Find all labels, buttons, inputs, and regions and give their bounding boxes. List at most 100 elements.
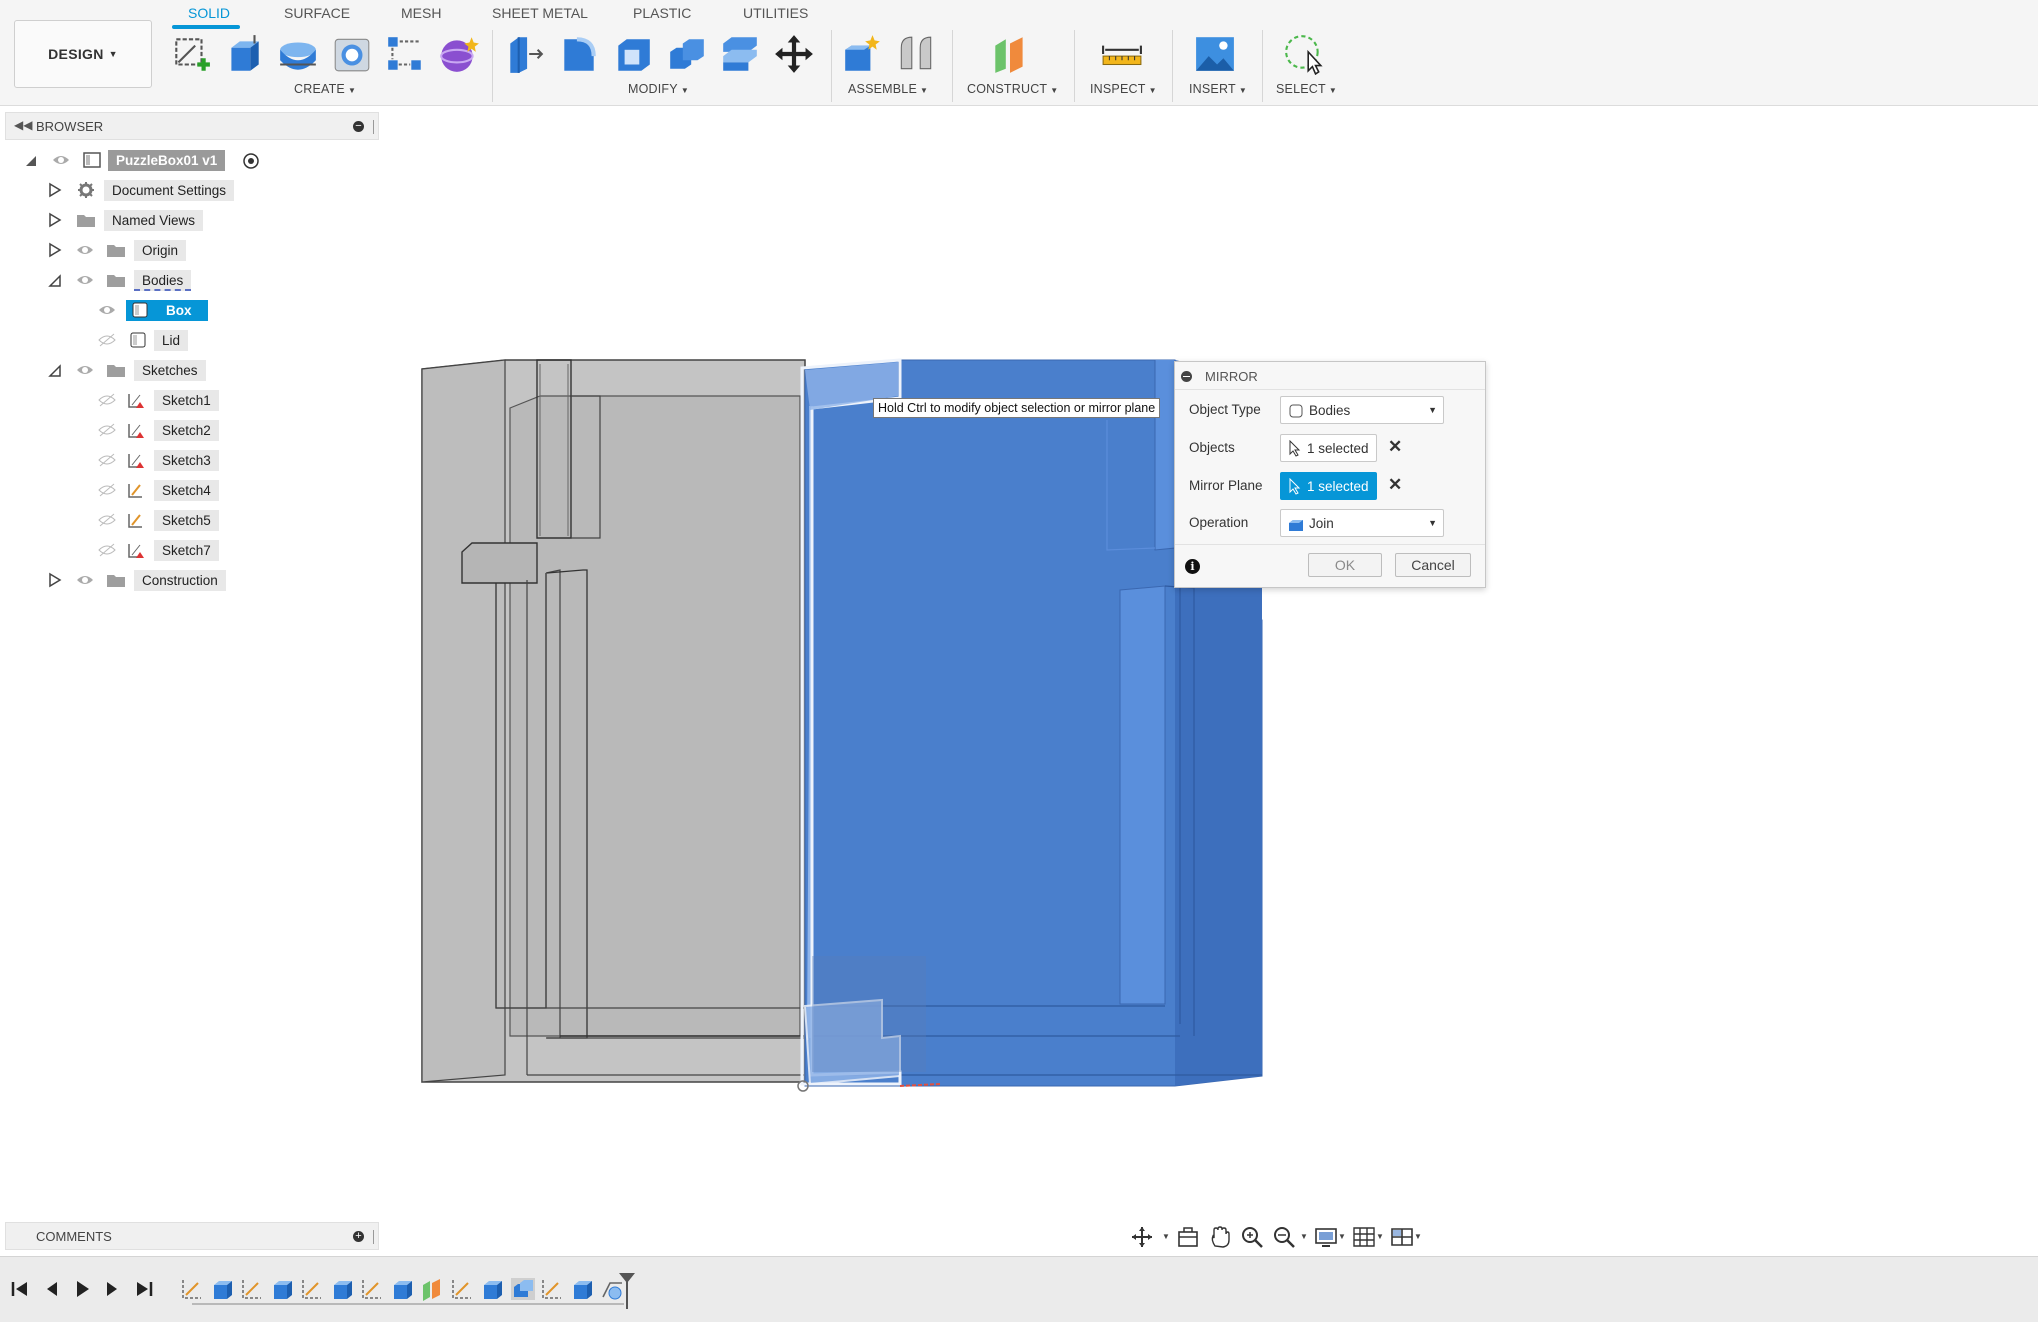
timeline-extrude-icon[interactable] <box>390 1277 416 1301</box>
tree-label[interactable]: Sketch3 <box>154 450 219 471</box>
tree-item-sketches[interactable]: Sketches <box>44 358 344 382</box>
timeline-sketch-icon[interactable] <box>360 1277 386 1301</box>
expanded-triangle-icon[interactable] <box>48 362 62 378</box>
insert-canvas-tool[interactable] <box>1193 32 1237 76</box>
tree-item-sketch1[interactable]: Sketch1 <box>94 388 344 412</box>
eye-icon[interactable] <box>52 152 70 168</box>
new-component-tool[interactable] <box>840 32 884 76</box>
timeline-extrude-icon[interactable] <box>270 1277 296 1301</box>
mirror-plane-selection-button[interactable]: 1 selected <box>1280 472 1377 500</box>
timeline-marker[interactable] <box>616 1271 638 1311</box>
create-form-tool[interactable] <box>437 32 481 76</box>
minimize-panel-icon[interactable]: − <box>353 121 364 132</box>
chevron-down-icon[interactable]: ▼ <box>1376 1232 1384 1241</box>
tree-label[interactable]: Sketch1 <box>154 390 219 411</box>
chevron-down-icon[interactable]: ▼ <box>1338 1232 1346 1241</box>
construct-menu[interactable]: CONSTRUCT ▼ <box>967 82 1058 96</box>
tree-item-box[interactable]: Box <box>94 298 344 322</box>
tree-item-construction[interactable]: Construction <box>44 568 344 592</box>
expanded-triangle-icon[interactable] <box>48 272 62 288</box>
eye-icon[interactable] <box>76 572 94 588</box>
go-to-end-icon[interactable] <box>134 1279 154 1299</box>
tree-label[interactable]: Sketch4 <box>154 480 219 501</box>
combine-tool[interactable] <box>665 32 709 76</box>
timeline-extrude-icon[interactable] <box>330 1277 356 1301</box>
viewports-icon[interactable] <box>1390 1226 1414 1248</box>
eye-hidden-icon[interactable] <box>98 332 116 348</box>
tree-root[interactable]: PuzzleBox01 v1 <box>20 148 360 172</box>
eye-hidden-icon[interactable] <box>98 482 116 498</box>
go-to-start-icon[interactable] <box>10 1279 30 1299</box>
timeline-sketch-icon[interactable] <box>240 1277 266 1301</box>
canvas-viewport[interactable] <box>380 106 2038 1246</box>
clear-objects-icon[interactable]: ✕ <box>1388 437 1402 457</box>
hole-tool[interactable] <box>330 32 374 76</box>
pan-hand-icon[interactable] <box>1208 1226 1232 1248</box>
select-menu[interactable]: SELECT ▼ <box>1276 82 1337 96</box>
timeline-sketch-icon[interactable] <box>180 1277 206 1301</box>
fillet-tool[interactable] <box>557 32 601 76</box>
insert-menu[interactable]: INSERT ▼ <box>1189 82 1247 96</box>
eye-hidden-icon[interactable] <box>98 392 116 408</box>
tree-label[interactable]: Named Views <box>104 210 204 231</box>
move-copy-tool[interactable] <box>772 32 816 76</box>
shell-tool[interactable] <box>611 32 655 76</box>
play-icon[interactable] <box>72 1279 92 1299</box>
eye-icon[interactable] <box>76 362 94 378</box>
info-icon[interactable]: i <box>1185 559 1200 574</box>
collapsed-triangle-icon[interactable] <box>48 182 62 198</box>
measure-tool[interactable] <box>1100 32 1144 76</box>
objects-selection-button[interactable]: 1 selected <box>1280 434 1377 462</box>
orbit-icon[interactable] <box>1130 1226 1154 1248</box>
object-type-select[interactable]: Bodies ▼ <box>1280 396 1444 424</box>
eye-hidden-icon[interactable] <box>98 452 116 468</box>
tree-item-sketch5[interactable]: Sketch5 <box>94 508 344 532</box>
tree-item-bodies[interactable]: Bodies <box>44 268 344 292</box>
look-at-icon[interactable] <box>1176 1226 1200 1248</box>
timeline-sketch-icon[interactable] <box>450 1277 476 1301</box>
tab-solid[interactable]: SOLID <box>188 5 230 21</box>
grid-icon[interactable] <box>1352 1226 1376 1248</box>
collapsed-triangle-icon[interactable] <box>48 212 62 228</box>
tree-item-sketch7[interactable]: Sketch7 <box>94 538 344 562</box>
create-sketch-tool[interactable] <box>169 32 213 76</box>
timeline-extrude-icon[interactable] <box>210 1277 236 1301</box>
timeline-extrude-icon[interactable] <box>480 1277 506 1301</box>
collapsed-triangle-icon[interactable] <box>48 242 62 258</box>
chevron-down-icon[interactable]: ▼ <box>1300 1232 1308 1241</box>
collapse-panel-icon[interactable]: ◀◀ <box>14 118 32 132</box>
assemble-menu[interactable]: ASSEMBLE ▼ <box>848 82 928 96</box>
tree-label[interactable]: Document Settings <box>104 180 235 201</box>
tree-label[interactable]: Sketch5 <box>154 510 219 531</box>
cancel-button[interactable]: Cancel <box>1395 553 1471 577</box>
operation-select[interactable]: Join ▼ <box>1280 509 1444 537</box>
eye-icon[interactable] <box>76 272 94 288</box>
tree-item-document-settings[interactable]: Document Settings <box>44 178 344 202</box>
ok-button[interactable]: OK <box>1308 553 1382 577</box>
add-comment-icon[interactable]: + <box>353 1231 364 1242</box>
tree-label[interactable]: Sketches <box>134 360 206 381</box>
joint-tool[interactable] <box>894 32 938 76</box>
eye-hidden-icon[interactable] <box>98 542 116 558</box>
root-component-label[interactable]: PuzzleBox01 v1 <box>108 150 226 171</box>
collapsed-triangle-icon[interactable] <box>48 572 62 588</box>
eye-icon[interactable] <box>98 302 116 318</box>
chevron-down-icon[interactable]: ▼ <box>1162 1232 1170 1241</box>
dialog-header[interactable]: MIRROR <box>1175 362 1485 390</box>
tab-mesh[interactable]: MESH <box>401 5 441 21</box>
collapse-dialog-icon[interactable] <box>1181 371 1192 382</box>
clear-mirror-plane-icon[interactable]: ✕ <box>1388 475 1402 495</box>
panel-resize-handle[interactable] <box>373 1230 376 1244</box>
press-pull-tool[interactable] <box>503 32 547 76</box>
timeline-sketch-icon[interactable] <box>540 1277 566 1301</box>
tree-item-sketch4[interactable]: Sketch4 <box>94 478 344 502</box>
tree-label[interactable]: Lid <box>154 330 189 351</box>
tree-label[interactable]: Bodies <box>134 270 192 291</box>
tree-label[interactable]: Sketch2 <box>154 420 219 441</box>
panel-resize-handle[interactable] <box>373 120 376 134</box>
eye-hidden-icon[interactable] <box>98 422 116 438</box>
offset-plane-tool[interactable] <box>988 32 1032 76</box>
chevron-down-icon[interactable]: ▼ <box>1414 1232 1422 1241</box>
timeline-extrude-icon[interactable] <box>570 1277 596 1301</box>
tab-utilities[interactable]: UTILITIES <box>743 5 808 21</box>
